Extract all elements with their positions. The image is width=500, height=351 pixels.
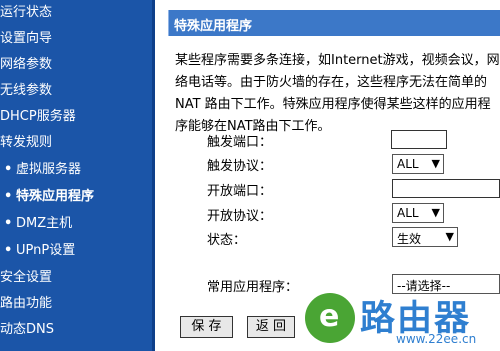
watermark-logo-letter: e	[319, 299, 340, 334]
sidebar-item-label: 虚拟服务器	[16, 162, 82, 177]
bullet-icon: •	[4, 189, 13, 204]
sidebar-item-status[interactable]: 运行状态	[0, 0, 52, 26]
save-button[interactable]: 保 存	[180, 316, 233, 338]
trigger-protocol-label: 触发协议：	[207, 159, 273, 174]
sidebar-item-label: 设置向导	[0, 31, 53, 46]
sidebar-item-wireless[interactable]: 无线参数	[0, 78, 52, 104]
sidebar-item-virtual-server[interactable]: • 虚拟服务器	[4, 157, 81, 183]
chevron-down-icon: ▼	[431, 157, 440, 170]
open-port-label: 开放端口：	[207, 184, 273, 199]
sidebar-item-dmz[interactable]: • DMZ主机	[4, 211, 72, 237]
trigger-protocol-value: ALL	[397, 157, 419, 171]
watermark-url: www.22ee.cn	[396, 332, 477, 346]
sidebar-item-ddns[interactable]: 动态DNS	[0, 317, 54, 343]
description-text: 某些程序需要多条连接，如Internet游戏，视频会议，网络电话等。由于防火墙的…	[175, 53, 500, 134]
open-port-input[interactable]	[392, 179, 500, 198]
status-value: 生效	[397, 232, 422, 246]
sidebar-item-label: 运行状态	[0, 5, 53, 20]
open-protocol-value: ALL	[397, 206, 419, 220]
sidebar-item-upnp[interactable]: • UPnP设置	[4, 238, 75, 264]
sidebar-item-label: DMZ主机	[16, 216, 73, 231]
sidebar-item-forwarding[interactable]: 转发规则	[0, 130, 52, 156]
sidebar-item-label: 特殊应用程序	[16, 189, 95, 204]
bullet-icon: •	[4, 243, 13, 258]
chevron-down-icon: ▼	[431, 206, 440, 219]
sidebar-item-setup-wizard[interactable]: 设置向导	[0, 26, 52, 52]
sidebar-item-label: 安全设置	[0, 270, 53, 285]
trigger-protocol-select[interactable]: ALL ▼	[392, 154, 444, 174]
status-select[interactable]: 生效 ▼	[392, 227, 458, 247]
bullet-icon: •	[4, 162, 13, 177]
common-apps-label: 常用应用程序：	[207, 280, 299, 295]
trigger-port-input[interactable]	[391, 130, 447, 149]
status-label: 状态：	[207, 233, 247, 248]
sidebar-item-security[interactable]: 安全设置	[0, 265, 52, 291]
sidebar-item-dhcp[interactable]: DHCP服务器	[0, 104, 76, 130]
sidebar-item-label: DHCP服务器	[0, 109, 76, 124]
sidebar-item-label: 转发规则	[0, 135, 53, 150]
chevron-down-icon: ▼	[445, 230, 454, 243]
sidebar-item-label: 动态DNS	[0, 322, 54, 337]
sidebar-item-label: 路由功能	[0, 296, 53, 311]
sidebar-item-network[interactable]: 网络参数	[0, 52, 52, 78]
back-button[interactable]: 返 回	[247, 316, 295, 338]
page-title: 特殊应用程序	[174, 19, 253, 34]
sidebar-item-special-app[interactable]: • 特殊应用程序	[4, 184, 94, 210]
sidebar-item-routing[interactable]: 路由功能	[0, 291, 52, 317]
sidebar-item-label: UPnP设置	[16, 243, 76, 258]
open-protocol-label: 开放协议：	[207, 209, 273, 224]
open-protocol-select[interactable]: ALL ▼	[392, 203, 444, 223]
bullet-icon: •	[4, 216, 13, 231]
trigger-port-label: 触发端口：	[207, 135, 273, 150]
sidebar: 运行状态 设置向导 网络参数 无线参数 DHCP服务器 转发规则 • 虚拟服务器 …	[0, 0, 152, 351]
sidebar-item-label: 网络参数	[0, 57, 53, 72]
sidebar-item-label: 无线参数	[0, 83, 53, 98]
